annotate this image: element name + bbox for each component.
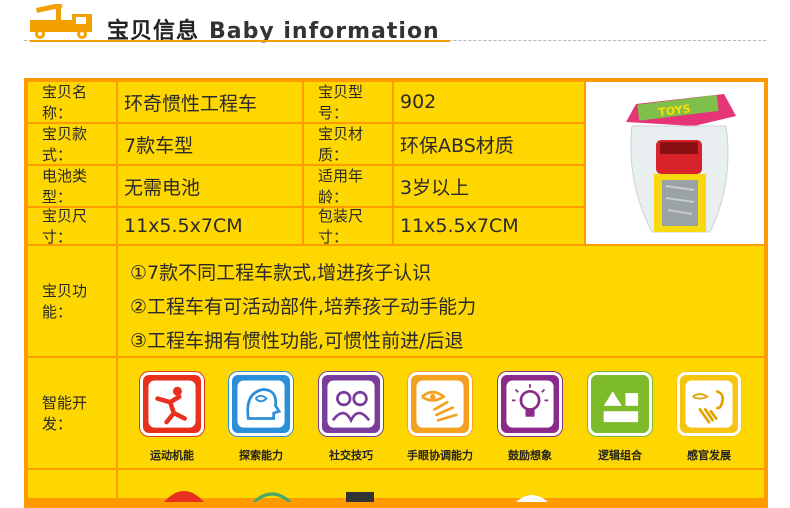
product-photo: TOYS [586,82,764,244]
running-person-icon [140,372,204,436]
section-header: 宝贝信息 Baby information [0,0,790,56]
next-row-green-icon [253,492,291,502]
eye-hand-icon [408,372,472,436]
function-label: 宝贝功能： [28,246,116,356]
spec-label-model: 宝贝型号： [304,82,392,122]
senses-icon [677,372,741,436]
truck-logo-icon [30,4,92,39]
spec-value-package: 11x5.5x7CM [394,208,584,244]
spec-value-battery: 无需电池 [118,166,302,206]
development-item-label: 感官发展 [687,449,731,462]
spec-value-name: 环奇惯性工程车 [118,82,302,122]
spec-label-material: 宝贝材质： [304,124,392,164]
lightbulb-icon [498,372,562,436]
spec-value-material: 环保ABS材质 [394,124,584,164]
next-row-dark-icon [346,492,374,502]
next-row-red-icon [164,491,204,502]
development-item-label: 逻辑组合 [598,449,642,462]
packaged-toy-truck-image: TOYS [586,82,764,244]
spec-label-age: 适用年龄： [304,166,392,206]
next-row-content [118,470,764,498]
development-item-label: 探索能力 [239,449,283,462]
development-item-label: 运动机能 [150,449,194,462]
social-people-icon [319,372,383,436]
development-item-label: 鼓励想象 [508,449,552,462]
spec-label-style: 宝贝款式： [28,124,116,164]
spec-label-battery: 电池类型： [28,166,116,206]
spec-value-size: 11x5.5x7CM [118,208,302,244]
header-accent-bar [30,40,450,42]
logic-blocks-icon [588,372,652,436]
spec-label-name: 宝贝名称： [28,82,116,122]
spec-value-model: 902 [394,82,584,122]
spec-label-size: 宝贝尺寸： [28,207,116,246]
spec-value-age: 3岁以上 [394,166,584,206]
spec-value-style: 7款车型 [118,124,302,164]
explore-head-icon [229,372,293,436]
development-item-label: 社交技巧 [329,449,373,462]
next-row-white-icon [516,495,548,502]
function-line-1: ①7款不同工程车款式,增进孩子认识 [130,262,432,284]
development-label: 智能开发： [28,358,116,468]
section-title: 宝贝信息 Baby information [107,13,440,44]
next-row-label [28,470,116,498]
development-item-label: 手眼协调能力 [407,449,473,462]
spec-label-package: 包装尺寸： [304,207,392,246]
function-line-2: ②工程车有可活动部件,培养孩子动手能力 [130,296,477,318]
function-line-3: ③工程车拥有惯性功能,可惯性前进/后退 [130,330,464,352]
